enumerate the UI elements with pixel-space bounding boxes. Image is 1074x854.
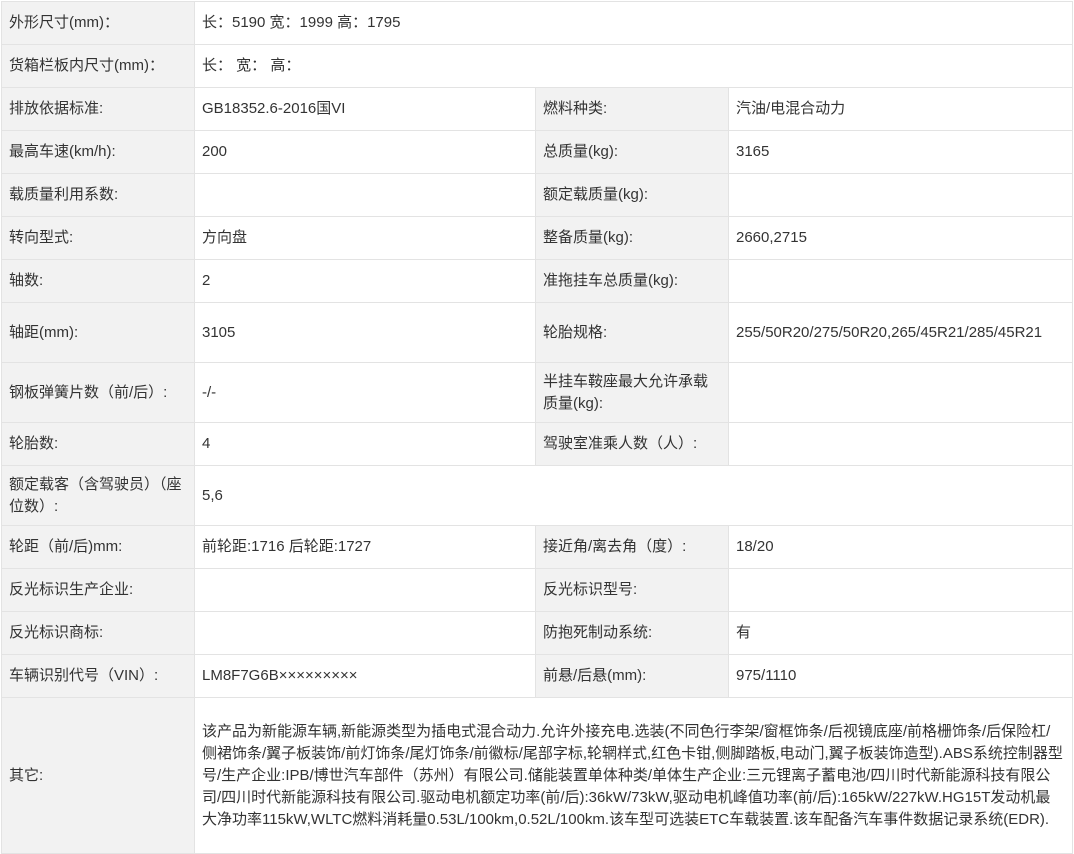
label-abs: 防抱死制动系统: bbox=[535, 611, 729, 655]
label-fuel-type: 燃料种类: bbox=[535, 87, 729, 131]
label-track-width: 轮距（前/后)mm: bbox=[1, 525, 195, 569]
value-load-utilization bbox=[194, 173, 536, 217]
value-curb-mass: 2660,2715 bbox=[727, 216, 1074, 260]
value-other: 该产品为新能源车辆,新能源类型为插电式混合动力.允许外接充电.选装(不同色行李架… bbox=[193, 697, 1074, 854]
value-track-width: 前轮距:1716 后轮距:1727 bbox=[194, 525, 536, 569]
table-row: 货箱栏板内尺寸(mm)： 长： 宽： 高： bbox=[1, 44, 1074, 88]
value-steering-type: 方向盘 bbox=[194, 216, 536, 260]
label-tire-spec: 轮胎规格: bbox=[535, 302, 729, 363]
label-load-utilization: 载质量利用系数: bbox=[1, 173, 195, 217]
table-row: 车辆识别代号（VIN）: LM8F7G6B××××××××× 前悬/后悬(mm)… bbox=[1, 654, 1074, 698]
label-approach-departure: 接近角/离去角（度）: bbox=[535, 525, 729, 569]
label-cargo-box-dimensions: 货箱栏板内尺寸(mm)： bbox=[1, 44, 195, 88]
value-reflector-brand bbox=[194, 611, 536, 655]
value-trailer-mass bbox=[727, 259, 1074, 303]
label-outer-dimensions: 外形尺寸(mm)： bbox=[1, 1, 195, 45]
table-row: 轮距（前/后)mm: 前轮距:1716 后轮距:1727 接近角/离去角（度）:… bbox=[1, 525, 1074, 569]
table-row: 反光标识生产企业: 反光标识型号: bbox=[1, 568, 1074, 612]
table-row: 外形尺寸(mm)： 长：5190 宽：1999 高：1795 bbox=[1, 1, 1074, 45]
label-other: 其它: bbox=[1, 697, 195, 854]
value-max-speed: 200 bbox=[194, 130, 536, 174]
label-saddle-load: 半挂车鞍座最大允许承载质量(kg): bbox=[535, 362, 729, 423]
label-rated-load: 额定载质量(kg): bbox=[535, 173, 729, 217]
label-wheelbase: 轴距(mm): bbox=[1, 302, 195, 363]
label-vin: 车辆识别代号（VIN）: bbox=[1, 654, 195, 698]
table-row: 额定载客（含驾驶员）（座位数）: 5,6 bbox=[1, 465, 1074, 526]
value-tire-count: 4 bbox=[194, 422, 536, 466]
vehicle-spec-table: 外形尺寸(mm)： 长：5190 宽：1999 高：1795 货箱栏板内尺寸(m… bbox=[1, 1, 1074, 854]
table-row: 载质量利用系数: 额定载质量(kg): bbox=[1, 173, 1074, 217]
value-cargo-box-dimensions: 长： 宽： 高： bbox=[193, 44, 1074, 88]
value-emission-standard: GB18352.6-2016国VI bbox=[194, 87, 536, 131]
table-row: 反光标识商标: 防抱死制动系统: 有 bbox=[1, 611, 1074, 655]
value-outer-dimensions: 长：5190 宽：1999 高：1795 bbox=[193, 1, 1074, 45]
value-abs: 有 bbox=[727, 611, 1074, 655]
label-overhang: 前悬/后悬(mm): bbox=[535, 654, 729, 698]
label-reflector-brand: 反光标识商标: bbox=[1, 611, 195, 655]
value-wheelbase: 3105 bbox=[194, 302, 536, 363]
value-saddle-load bbox=[727, 362, 1074, 423]
label-curb-mass: 整备质量(kg): bbox=[535, 216, 729, 260]
label-leaf-spring: 钢板弹簧片数（前/后）: bbox=[1, 362, 195, 423]
table-row: 排放依据标准: GB18352.6-2016国VI 燃料种类: 汽油/电混合动力 bbox=[1, 87, 1074, 131]
label-reflector-maker: 反光标识生产企业: bbox=[1, 568, 195, 612]
label-gross-mass: 总质量(kg): bbox=[535, 130, 729, 174]
value-overhang: 975/1110 bbox=[727, 654, 1074, 698]
value-fuel-type: 汽油/电混合动力 bbox=[727, 87, 1074, 131]
table-row: 其它: 该产品为新能源车辆,新能源类型为插电式混合动力.允许外接充电.选装(不同… bbox=[1, 697, 1074, 854]
value-rated-load bbox=[727, 173, 1074, 217]
label-emission-standard: 排放依据标准: bbox=[1, 87, 195, 131]
label-rated-passengers: 额定载客（含驾驶员）（座位数）: bbox=[1, 465, 195, 526]
label-axle-count: 轴数: bbox=[1, 259, 195, 303]
value-reflector-model bbox=[727, 568, 1074, 612]
table-row: 最高车速(km/h): 200 总质量(kg): 3165 bbox=[1, 130, 1074, 174]
value-tire-spec: 255/50R20/275/50R20,265/45R21/285/45R21 bbox=[727, 302, 1074, 363]
label-reflector-model: 反光标识型号: bbox=[535, 568, 729, 612]
value-vin: LM8F7G6B××××××××× bbox=[194, 654, 536, 698]
value-axle-count: 2 bbox=[194, 259, 536, 303]
value-reflector-maker bbox=[194, 568, 536, 612]
table-row: 转向型式: 方向盘 整备质量(kg): 2660,2715 bbox=[1, 216, 1074, 260]
value-cab-occupants bbox=[727, 422, 1074, 466]
label-tire-count: 轮胎数: bbox=[1, 422, 195, 466]
value-gross-mass: 3165 bbox=[727, 130, 1074, 174]
value-leaf-spring: -/- bbox=[194, 362, 536, 423]
table-row: 轮胎数: 4 驾驶室准乘人数（人）: bbox=[1, 422, 1074, 466]
value-rated-passengers: 5,6 bbox=[193, 465, 1074, 526]
label-max-speed: 最高车速(km/h): bbox=[1, 130, 195, 174]
label-trailer-mass: 准拖挂车总质量(kg): bbox=[535, 259, 729, 303]
value-approach-departure: 18/20 bbox=[727, 525, 1074, 569]
label-steering-type: 转向型式: bbox=[1, 216, 195, 260]
table-row: 轴距(mm): 3105 轮胎规格: 255/50R20/275/50R20,2… bbox=[1, 302, 1074, 363]
label-cab-occupants: 驾驶室准乘人数（人）: bbox=[535, 422, 729, 466]
table-row: 钢板弹簧片数（前/后）: -/- 半挂车鞍座最大允许承载质量(kg): bbox=[1, 362, 1074, 423]
table-row: 轴数: 2 准拖挂车总质量(kg): bbox=[1, 259, 1074, 303]
